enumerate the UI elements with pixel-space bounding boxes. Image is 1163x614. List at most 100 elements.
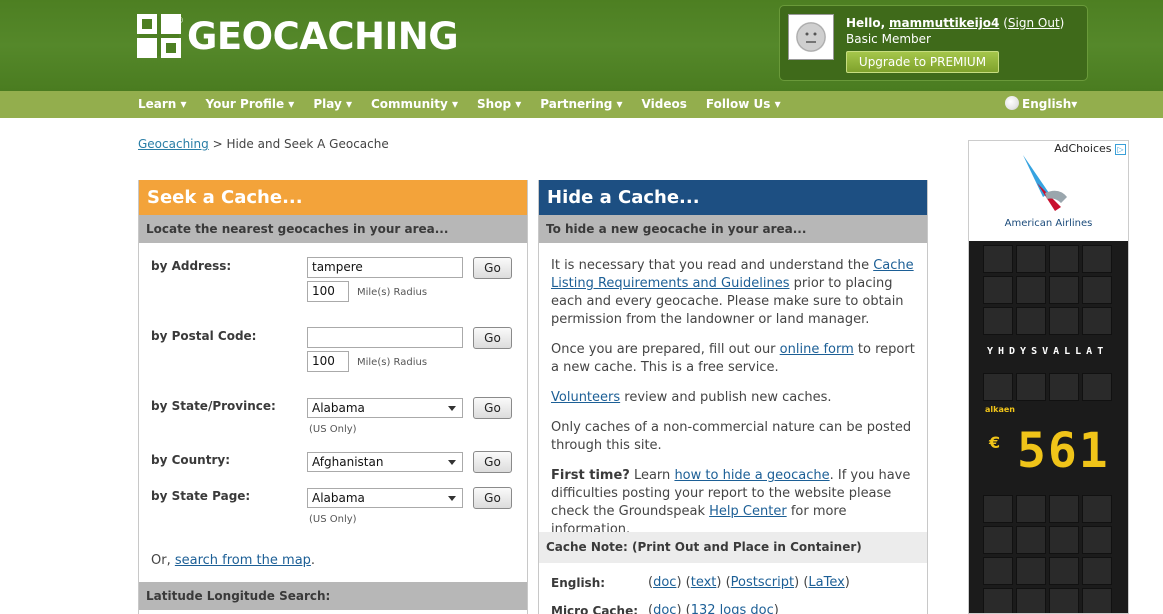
euro-icon: € <box>989 433 1001 452</box>
online-form-link[interactable]: online form <box>780 342 854 357</box>
upgrade-premium-button[interactable]: Upgrade to PREMIUM <box>846 51 999 73</box>
site-header: ® GEOCACHING Hello, mammuttikeijo4 (Sign… <box>0 0 1163 91</box>
main-nav: Learn ▾ Your Profile ▾ Play ▾ Community … <box>0 91 1163 118</box>
first-time-label: First time? <box>551 468 630 483</box>
micro-cache-links: (doc) (132 logs doc) <box>648 603 779 614</box>
english-latex-link[interactable]: LaTex <box>808 575 844 590</box>
or-prefix: Or, <box>151 553 171 568</box>
volunteers-paragraph: Volunteers review and publish new caches… <box>551 389 921 407</box>
airline-name: American Airlines <box>1004 218 1093 229</box>
ad-from-label: alkaen <box>985 405 1015 414</box>
by-state-page-label: by State Page: <box>151 489 251 503</box>
user-greeting: Hello, mammuttikeijo4 (Sign Out) <box>846 16 1065 30</box>
state-page-go-button[interactable]: Go <box>473 487 512 509</box>
volunteers-link[interactable]: Volunteers <box>551 390 620 405</box>
state-select[interactable]: Alabama <box>307 398 463 418</box>
latlon-search-header: Latitude Longitude Search: <box>139 582 527 610</box>
hide-panel-subtitle: To hide a new geocache in your area... <box>539 215 927 243</box>
state-go-button[interactable]: Go <box>473 397 512 419</box>
state-page-select-value: Alabama <box>312 491 365 505</box>
user-panel: Hello, mammuttikeijo4 (Sign Out) Basic M… <box>779 5 1088 81</box>
breadcrumb-current: Hide and Seek A Geocache <box>226 137 389 151</box>
english-postscript-link[interactable]: Postscript <box>731 575 794 590</box>
state-page-us-only-note: (US Only) <box>309 514 357 525</box>
by-state-label: by State/Province: <box>151 399 276 413</box>
first-time-paragraph: First time? Learn how to hide a geocache… <box>551 467 921 539</box>
nav-play[interactable]: Play ▾ <box>313 91 352 118</box>
state-select-value: Alabama <box>312 401 365 415</box>
breadcrumb-root-link[interactable]: Geocaching <box>138 137 209 151</box>
adchoices-icon: ▷ <box>1115 144 1126 155</box>
seek-panel-subtitle: Locate the nearest geocaches in your are… <box>139 215 527 243</box>
address-input[interactable]: tampere <box>307 257 463 278</box>
micro-cache-label: Micro Cache: <box>551 604 639 614</box>
sign-out-link[interactable]: Sign Out <box>1008 16 1060 30</box>
logo-mark-icon: ® <box>137 14 183 58</box>
state-page-select[interactable]: Alabama <box>307 488 463 508</box>
breadcrumb: Geocaching > Hide and Seek A Geocache <box>138 137 389 151</box>
dropdown-arrow-icon <box>448 460 456 465</box>
postal-code-input[interactable] <box>307 327 463 348</box>
english-text-link[interactable]: text <box>691 575 717 590</box>
language-label: English▾ <box>1022 97 1078 111</box>
advertisement[interactable]: AdChoices ▷ American Airlines YHDYSVALLA… <box>968 140 1129 614</box>
by-address-label: by Address: <box>151 259 232 273</box>
country-select[interactable]: Afghanistan <box>307 452 463 472</box>
by-postal-code-label: by Postal Code: <box>151 329 257 343</box>
ad-destination-text: YHDYSVALLAT <box>987 346 1109 357</box>
membership-level: Basic Member <box>846 32 931 46</box>
english-note-label: English: <box>551 576 606 590</box>
country-go-button[interactable]: Go <box>473 451 512 473</box>
p1-text-a: It is necessary that you read and unders… <box>551 258 870 273</box>
nav-learn[interactable]: Learn ▾ <box>138 91 187 118</box>
globe-icon <box>1005 96 1019 110</box>
search-from-map-link[interactable]: search from the map <box>175 553 311 568</box>
english-note-links: (doc) (text) (Postscript) (LaTex) <box>648 575 850 590</box>
country-select-value: Afghanistan <box>312 455 384 469</box>
language-selector[interactable]: English▾ <box>1005 91 1077 117</box>
ad-header: AdChoices ▷ American Airlines <box>969 141 1128 241</box>
nav-shop[interactable]: Shop ▾ <box>477 91 521 118</box>
guidelines-paragraph: It is necessary that you read and unders… <box>551 257 921 329</box>
geocaching-logo[interactable]: ® GEOCACHING <box>137 14 459 58</box>
search-map-line: Or, search from the map. <box>151 553 315 568</box>
address-go-button[interactable]: Go <box>473 257 512 279</box>
seek-panel-title: Seek a Cache... <box>139 180 527 215</box>
greeting-text: Hello, <box>846 16 886 30</box>
how-to-hide-link[interactable]: how to hide a geocache <box>674 468 829 483</box>
micro-logs-doc-link[interactable]: 132 logs doc <box>691 603 774 614</box>
postal-go-button[interactable]: Go <box>473 327 512 349</box>
nav-videos[interactable]: Videos <box>642 91 687 118</box>
ad-price: 561 <box>1017 423 1110 479</box>
cache-note-header: Cache Note: (Print Out and Place in Cont… <box>539 532 927 563</box>
dropdown-arrow-icon <box>448 496 456 501</box>
nav-your-profile[interactable]: Your Profile ▾ <box>206 91 295 118</box>
seek-cache-panel: Seek a Cache... Locate the nearest geoca… <box>138 180 528 614</box>
by-country-label: by Country: <box>151 453 231 467</box>
airline-logo-icon <box>1023 155 1067 211</box>
avatar[interactable] <box>788 14 834 60</box>
nav-community[interactable]: Community ▾ <box>371 91 458 118</box>
help-center-link[interactable]: Help Center <box>709 504 787 519</box>
online-form-paragraph: Once you are prepared, fill out our onli… <box>551 341 921 377</box>
hide-cache-panel: Hide a Cache... To hide a new geocache i… <box>538 180 928 614</box>
nav-follow-us[interactable]: Follow Us ▾ <box>706 91 781 118</box>
default-avatar-icon <box>796 22 826 52</box>
address-radius-label: Mile(s) Radius <box>357 287 428 298</box>
breadcrumb-separator: > <box>212 137 223 151</box>
micro-doc-link[interactable]: doc <box>653 603 676 614</box>
hide-panel-title: Hide a Cache... <box>539 180 927 215</box>
map-suffix: . <box>310 553 316 568</box>
p3-text: review and publish new caches. <box>624 390 832 405</box>
address-radius-input[interactable]: 100 <box>307 281 349 302</box>
non-commercial-paragraph: Only caches of a non-commercial nature c… <box>551 420 912 453</box>
registered-mark: ® <box>177 16 183 25</box>
logo-text: GEOCACHING <box>187 14 459 58</box>
p2-text-a: Once you are prepared, fill out our <box>551 342 776 357</box>
postal-radius-input[interactable]: 100 <box>307 351 349 372</box>
state-us-only-note: (US Only) <box>309 424 357 435</box>
postal-radius-label: Mile(s) Radius <box>357 357 428 368</box>
english-doc-link[interactable]: doc <box>653 575 676 590</box>
username-link[interactable]: mammuttikeijo4 <box>889 16 999 30</box>
nav-partnering[interactable]: Partnering ▾ <box>540 91 622 118</box>
